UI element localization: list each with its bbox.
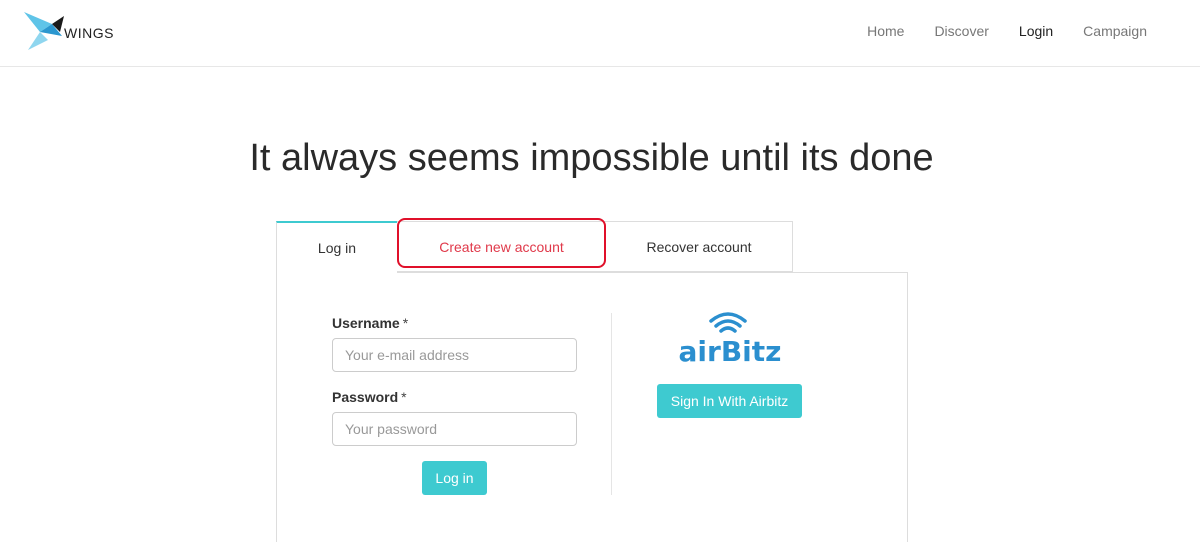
bird-icon [24,12,64,50]
tab-recover-account[interactable]: Recover account [606,221,793,272]
main-nav: Home Discover Login Campaign [837,22,1147,40]
tab-log-in[interactable]: Log in [276,221,397,273]
brand-logo[interactable]: WINGS [22,10,114,52]
login-panel [276,272,908,542]
nav-campaign[interactable]: Campaign [1083,22,1147,40]
nav-discover[interactable]: Discover [934,22,988,40]
brand-name: WINGS [64,25,114,41]
nav-login[interactable]: Login [1019,22,1053,40]
page-title: It always seems impossible until its don… [249,137,934,179]
tab-create-new-account[interactable]: Create new account [397,221,606,272]
site-header: WINGS Home Discover Login Campaign [0,0,1200,67]
nav-home[interactable]: Home [867,22,904,40]
